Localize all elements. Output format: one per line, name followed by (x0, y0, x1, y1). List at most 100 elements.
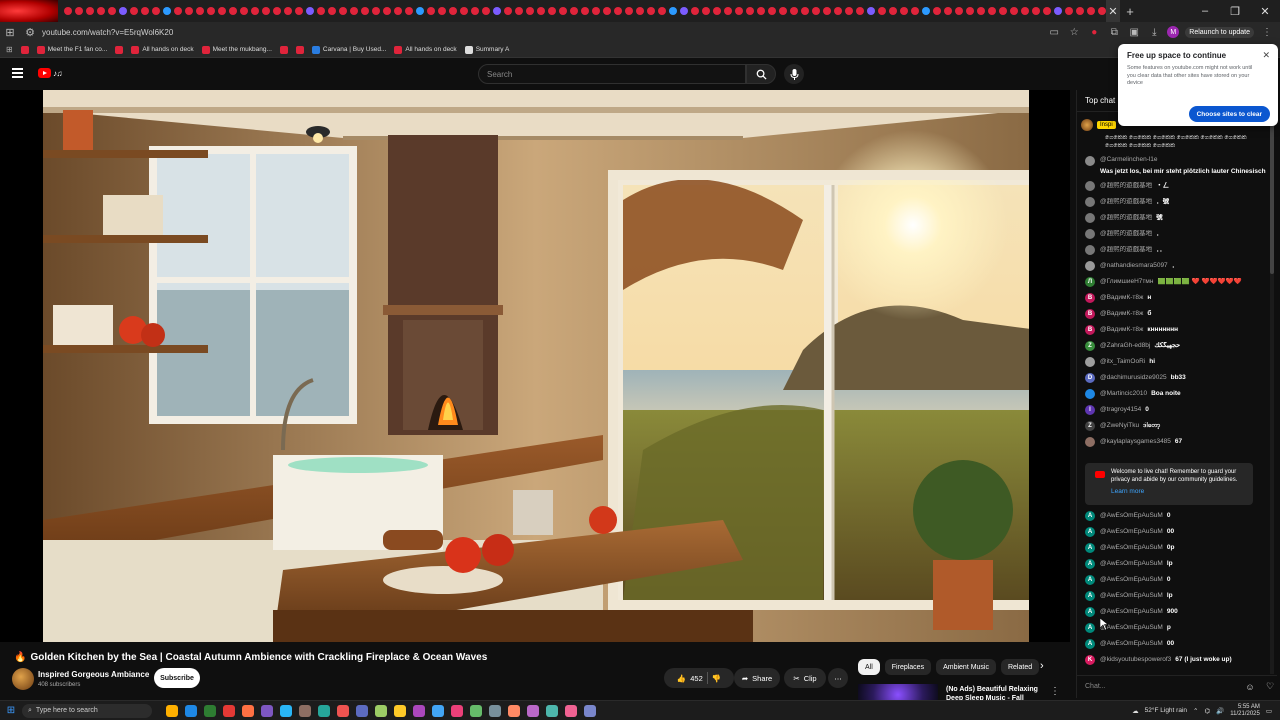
chat-message[interactable]: Z @ZahraGh-ed8bj حجهيگكك (1085, 338, 1269, 354)
chat-message[interactable]: A @AwEsOmEpAuSuM 0 (1085, 572, 1269, 588)
chat-message[interactable]: @趙煕的遊戲基地號 (1085, 210, 1269, 226)
tab-favicon[interactable] (273, 7, 281, 15)
chat-avatar[interactable] (1085, 156, 1095, 166)
bookmark-icon-only[interactable] (279, 45, 288, 54)
tab-favicon[interactable] (460, 7, 468, 15)
close-window-button[interactable]: ✕ (1250, 5, 1280, 18)
tab-favicon[interactable] (669, 7, 677, 15)
chat-message[interactable]: A @AwEsOmEpAuSuM 00 (1085, 524, 1269, 540)
taskbar-app-icon[interactable] (337, 704, 349, 717)
taskbar-app-icon[interactable] (451, 704, 463, 717)
taskbar-app-icon[interactable] (318, 704, 330, 717)
apps-grid-icon[interactable]: ⊞ (0, 26, 20, 39)
tab-favicon[interactable] (900, 7, 908, 15)
chat-author[interactable]: @dachimurusidze9025 (1100, 374, 1167, 382)
chat-author[interactable]: @Carmelinchen-l1e (1100, 156, 1158, 164)
profile-avatar[interactable]: M (1167, 26, 1180, 38)
chat-author[interactable]: @itx_TaimOoRi (1100, 358, 1145, 366)
tab-favicon[interactable] (1087, 7, 1095, 15)
search-button[interactable] (746, 64, 776, 84)
tab-favicon[interactable] (691, 7, 699, 15)
bookmark-star-icon[interactable]: ☆ (1067, 27, 1081, 38)
tab-favicon[interactable] (735, 7, 743, 15)
tab-favicon[interactable] (1076, 7, 1084, 15)
tab-favicon[interactable] (185, 7, 193, 15)
tab-favicon[interactable] (757, 7, 765, 15)
tab-favicon[interactable] (801, 7, 809, 15)
tab-favicon[interactable] (922, 7, 930, 15)
tab-favicon[interactable] (75, 7, 83, 15)
tab-favicon[interactable] (328, 7, 336, 15)
tab-favicon[interactable] (988, 7, 996, 15)
tab-favicon[interactable] (372, 7, 380, 15)
tab-favicon[interactable] (856, 7, 864, 15)
chat-author[interactable]: @ZahraGh-ed8bj (1100, 342, 1150, 350)
taskbar-app-icon[interactable] (470, 704, 482, 717)
chat-avatar[interactable]: A (1085, 559, 1095, 569)
chat-avatar[interactable]: A (1085, 527, 1095, 537)
chip-related[interactable]: Related (1000, 659, 1040, 675)
bookmark-icon-only[interactable] (115, 45, 124, 54)
taskbar-app-icon[interactable] (242, 704, 254, 717)
bookmark-icon-only[interactable] (295, 45, 304, 54)
tab-favicon[interactable] (614, 7, 622, 15)
minimize-button[interactable]: – (1190, 5, 1220, 18)
tab-favicon[interactable] (229, 7, 237, 15)
tab-favicon[interactable] (317, 7, 325, 15)
taskbar-app-icon[interactable] (546, 704, 558, 717)
chat-author[interactable]: @趙煕的遊戲基地 (1100, 182, 1152, 190)
dialog-close-icon[interactable]: ✕ (1262, 50, 1270, 61)
chat-message[interactable]: A @AwEsOmEpAuSuM 900 (1085, 604, 1269, 620)
tab-favicon[interactable] (86, 7, 94, 15)
tab-favicon[interactable] (108, 7, 116, 15)
channel-avatar[interactable] (12, 668, 34, 690)
taskbar-search[interactable]: ⌕ Type here to search (22, 703, 152, 718)
chat-author[interactable]: @ГлимшиеН7тмн (1100, 278, 1153, 286)
tab-favicon[interactable] (196, 7, 204, 15)
tab-favicon[interactable] (449, 7, 457, 15)
tab-favicon[interactable] (823, 7, 831, 15)
chat-message[interactable]: A @AwEsOmEpAuSuM lp (1085, 588, 1269, 604)
tab-favicon[interactable] (680, 7, 688, 15)
tab-favicon[interactable] (966, 7, 974, 15)
chat-avatar[interactable]: A (1085, 591, 1095, 601)
bookmark-apps-icon[interactable]: ⊞ (6, 45, 13, 54)
tab-favicon[interactable] (251, 7, 259, 15)
taskbar-app-icon[interactable] (261, 704, 273, 717)
chat-message[interactable]: A @AwEsOmEpAuSuM 0 (1085, 508, 1269, 524)
taskbar-app-icon[interactable] (185, 704, 197, 717)
tab-favicon[interactable] (702, 7, 710, 15)
taskbar-app-icon[interactable] (280, 704, 292, 717)
tab-favicon[interactable] (977, 7, 985, 15)
video-player[interactable] (0, 90, 1070, 642)
chat-avatar[interactable] (1085, 437, 1095, 447)
tab-favicon[interactable] (636, 7, 644, 15)
chat-message[interactable]: @趙煕的遊戲基地 ． (1085, 226, 1269, 242)
sidepanel-icon[interactable]: ▣ (1127, 27, 1141, 38)
tab-favicon[interactable] (130, 7, 138, 15)
close-tab-icon[interactable]: ✕ (1106, 0, 1120, 22)
download-icon[interactable]: ⤓ (1147, 27, 1161, 38)
choose-sites-button[interactable]: Choose sites to clear (1188, 106, 1270, 122)
tab-favicon[interactable] (559, 7, 567, 15)
site-info-icon[interactable]: ⚙ (20, 26, 40, 39)
chat-avatar[interactable]: A (1085, 607, 1095, 617)
taskbar-app-icon[interactable] (166, 704, 178, 717)
chat-message[interactable]: A @AwEsOmEpAuSuM lp (1085, 556, 1269, 572)
chat-avatar[interactable]: Z (1085, 341, 1095, 351)
tab-favicon[interactable] (262, 7, 270, 15)
tab-favicon[interactable] (405, 7, 413, 15)
chat-message[interactable]: В @ВадимК-т8ж кннннннн (1085, 322, 1269, 338)
chat-author[interactable]: @kidsyoutubespowerof3 (1100, 656, 1171, 664)
chat-avatar[interactable] (1085, 261, 1095, 271)
clip-button[interactable]: ✂ Clip (784, 668, 826, 688)
chat-author[interactable]: @ZweNyiTku (1100, 422, 1139, 430)
tab-favicon[interactable] (933, 7, 941, 15)
chat-message[interactable]: D @dachimurusidze9025 bb33 (1085, 370, 1269, 386)
learn-more-link[interactable]: Learn more (1111, 488, 1247, 495)
chip-fireplaces[interactable]: Fireplaces (884, 659, 932, 675)
tab-favicon[interactable] (944, 7, 952, 15)
cast-icon[interactable]: ▭ (1047, 27, 1061, 38)
windows-start-icon[interactable]: ⊞ (0, 705, 22, 716)
chat-author[interactable]: @AwEsOmEpAuSuM (1100, 592, 1163, 600)
